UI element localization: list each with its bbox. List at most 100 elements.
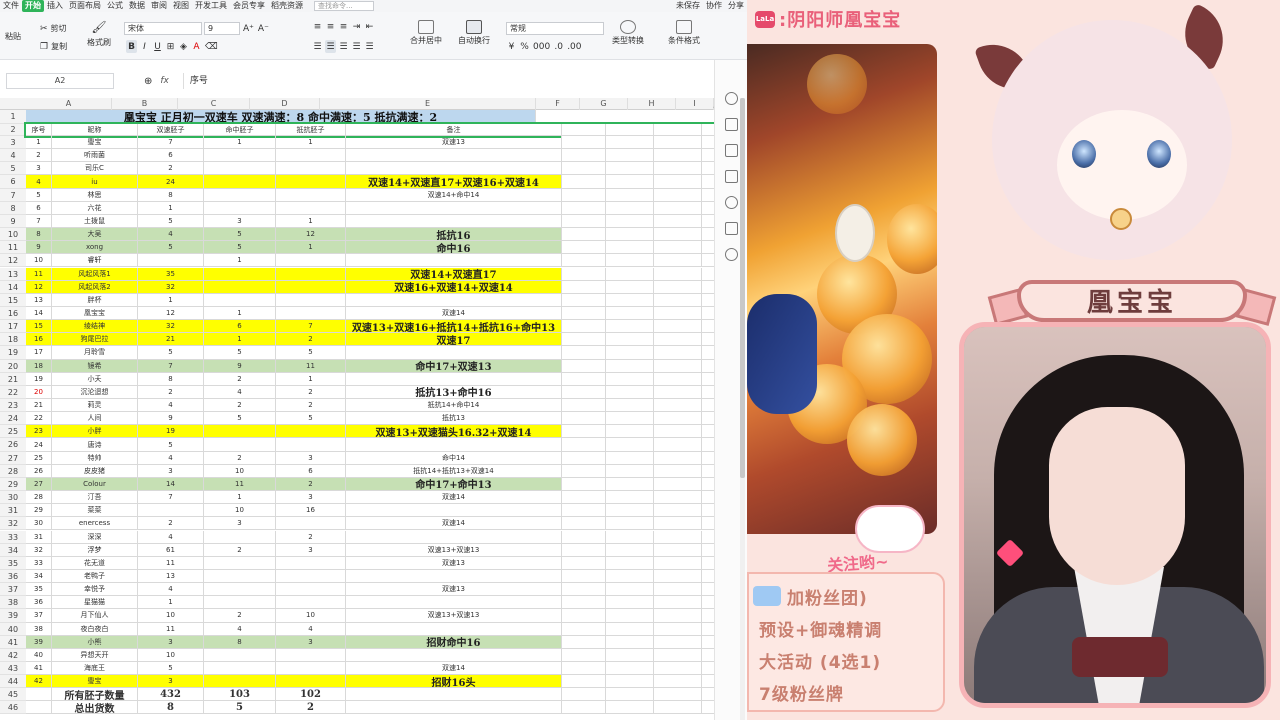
empty-cell[interactable]	[702, 412, 714, 425]
table-cell[interactable]: 11	[138, 622, 204, 635]
table-cell[interactable]: 4	[204, 622, 276, 635]
table-cell[interactable]: 4	[138, 228, 204, 241]
empty-cell[interactable]	[562, 491, 606, 504]
row-header[interactable]: 44	[0, 675, 26, 689]
table-cell[interactable]: 11	[276, 359, 346, 372]
table-cell[interactable]: 10	[138, 648, 204, 661]
empty-cell[interactable]	[702, 306, 714, 320]
empty-cell[interactable]	[702, 451, 714, 464]
table-cell[interactable]: 1	[276, 136, 346, 149]
table-cell[interactable]: 双速13	[346, 136, 562, 149]
row-header[interactable]: 26	[0, 438, 26, 452]
command-search-input[interactable]: 查找命令...	[314, 1, 374, 11]
table-cell[interactable]: 3	[276, 635, 346, 648]
row-header[interactable]: 45	[0, 688, 26, 702]
table-cell[interactable]: 21	[138, 333, 204, 346]
table-cell[interactable]: 抵抗13+命中16	[346, 385, 562, 398]
table-cell[interactable]: 土拨鼠	[52, 214, 138, 228]
empty-cell[interactable]	[654, 372, 702, 385]
empty-cell[interactable]	[702, 425, 714, 438]
empty-cell[interactable]	[702, 346, 714, 359]
table-cell[interactable]	[204, 556, 276, 569]
table-cell[interactable]: 6	[204, 320, 276, 333]
table-cell[interactable]	[204, 162, 276, 175]
table-cell[interactable]: 幸悦予	[52, 583, 138, 596]
table-cell[interactable]: 36	[26, 596, 52, 609]
table-cell[interactable]: 抵抗14+抵抗13+双速14	[346, 464, 562, 477]
table-cell[interactable]: 32	[138, 320, 204, 333]
row-header[interactable]: 1	[0, 110, 26, 124]
empty-cell[interactable]	[702, 201, 714, 214]
table-cell[interactable]: 40	[26, 648, 52, 661]
table-cell[interactable]: 3	[204, 517, 276, 530]
empty-cell[interactable]	[562, 188, 606, 201]
table-cell[interactable]	[276, 425, 346, 438]
table-cell[interactable]: 浮梦	[52, 543, 138, 556]
cut-button[interactable]: 剪切	[50, 22, 68, 35]
location-icon[interactable]	[725, 248, 738, 261]
table-cell[interactable]: 1	[204, 254, 276, 267]
table-cell[interactable]: 12	[26, 280, 52, 293]
table-cell[interactable]	[138, 504, 204, 517]
empty-cell[interactable]	[606, 214, 654, 228]
table-cell[interactable]	[204, 530, 276, 543]
table-cell[interactable]: 4	[138, 583, 204, 596]
table-cell[interactable]: 2	[276, 385, 346, 398]
table-cell[interactable]: 夜白夜白	[52, 622, 138, 635]
empty-cell[interactable]	[702, 662, 714, 675]
table-cell[interactable]: 双速14+双速直17	[346, 267, 562, 280]
row-header[interactable]: 22	[0, 385, 26, 399]
table-cell[interactable]: 2	[204, 399, 276, 412]
empty-cell[interactable]	[654, 517, 702, 530]
italic-button[interactable]: I	[139, 40, 150, 53]
empty-cell[interactable]	[654, 438, 702, 451]
table-cell[interactable]: 32	[138, 280, 204, 293]
empty-cell[interactable]	[606, 609, 654, 622]
empty-cell[interactable]	[562, 320, 606, 333]
table-cell[interactable]: 5	[276, 412, 346, 425]
formula-input[interactable]: 序号	[182, 73, 714, 89]
empty-cell[interactable]	[702, 688, 714, 701]
empty-cell[interactable]	[654, 583, 702, 596]
empty-cell[interactable]	[562, 675, 606, 688]
table-cell[interactable]: 11	[204, 477, 276, 491]
empty-cell[interactable]	[702, 228, 714, 241]
empty-cell[interactable]	[562, 569, 606, 583]
empty-cell[interactable]	[654, 491, 702, 504]
table-cell[interactable]: 2	[26, 149, 52, 162]
shrink-font-button[interactable]: A⁻	[257, 22, 270, 35]
empty-cell[interactable]	[654, 280, 702, 293]
table-cell[interactable]: 9	[26, 241, 52, 254]
table-cell[interactable]: 11	[138, 556, 204, 569]
table-cell[interactable]: 抵抗16	[346, 228, 562, 241]
table-cell[interactable]	[346, 530, 562, 543]
table-cell[interactable]: 备注	[346, 124, 562, 135]
row-header[interactable]: 6	[0, 175, 26, 189]
table-cell[interactable]: 双速13	[346, 583, 562, 596]
table-cell[interactable]: 特帅	[52, 451, 138, 464]
table-cell[interactable]	[346, 346, 562, 359]
table-cell[interactable]	[346, 214, 562, 228]
table-cell[interactable]: 司乐C	[52, 162, 138, 175]
empty-cell[interactable]	[606, 451, 654, 464]
table-cell[interactable]	[346, 569, 562, 583]
copy-button[interactable]: 复制	[50, 40, 68, 53]
empty-cell[interactable]	[702, 175, 714, 188]
table-cell[interactable]: 皮皮猪	[52, 464, 138, 477]
table-cell[interactable]: 睿轩	[52, 254, 138, 267]
table-cell[interactable]: 22	[26, 412, 52, 425]
table-cell[interactable]: 5	[204, 701, 276, 714]
empty-cell[interactable]	[702, 504, 714, 517]
column-header[interactable]: B	[112, 98, 178, 110]
column-header[interactable]: E	[320, 98, 536, 110]
table-cell[interactable]	[276, 438, 346, 451]
table-cell[interactable]	[204, 596, 276, 609]
empty-cell[interactable]	[606, 675, 654, 688]
zoom-icon[interactable]: ⊕	[144, 76, 152, 87]
increase-decimal-icon[interactable]: .0	[553, 40, 564, 53]
empty-cell[interactable]	[606, 477, 654, 491]
menu-item[interactable]: 审阅	[148, 0, 170, 12]
menu-item[interactable]: 视图	[170, 0, 192, 12]
sheet-title-cell[interactable]: 凰宝宝 正月初一双速车 双速满速：8 命中满速：5 抵抗满速：2	[26, 110, 536, 123]
empty-cell[interactable]	[562, 701, 606, 714]
